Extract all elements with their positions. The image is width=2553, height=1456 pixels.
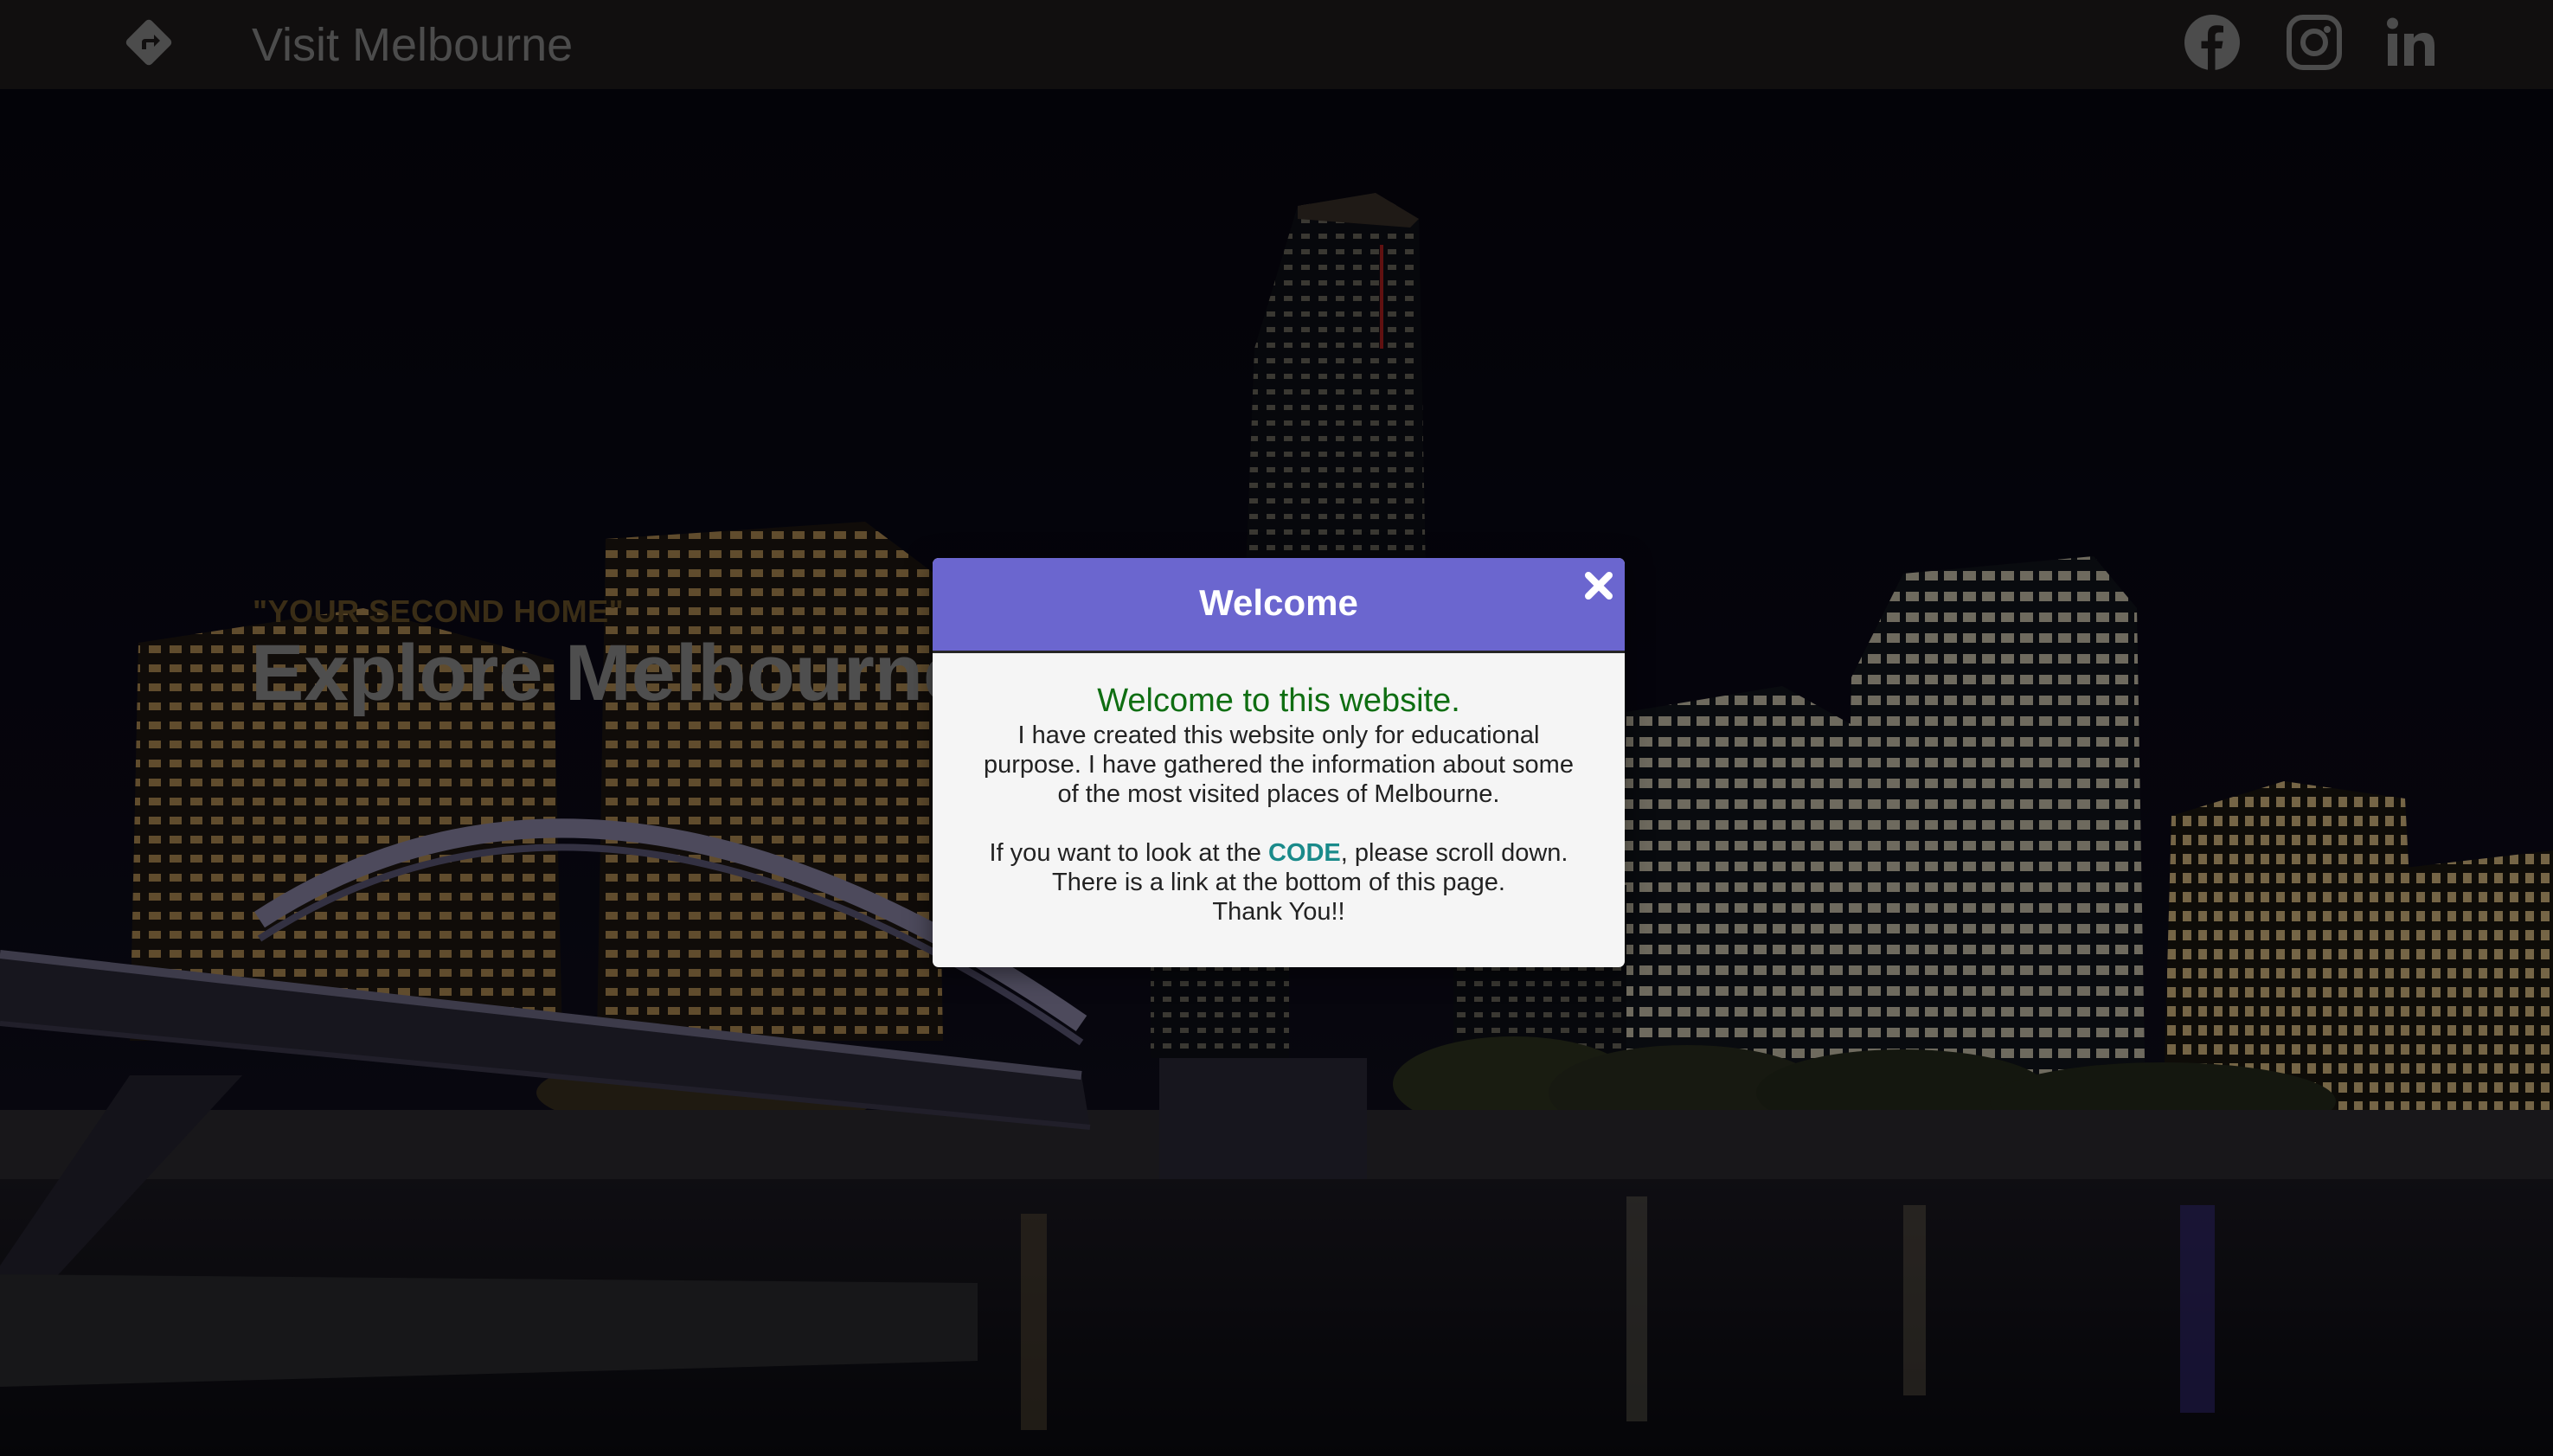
modal-body: Welcome to this website. I have created … (933, 653, 1625, 927)
modal-line-1: I have created this website only for edu… (1017, 722, 1540, 749)
code-hint-suffix: , please scroll down. (1340, 839, 1568, 867)
modal-header: Welcome (933, 558, 1625, 653)
welcome-heading: Welcome to this website. (1097, 683, 1460, 719)
code-hint-prefix: If you want to look at the (989, 839, 1268, 867)
close-icon[interactable] (1580, 567, 1618, 605)
thanks-line: Thank You!! (1212, 898, 1345, 926)
modal-title: Welcome (1199, 582, 1358, 623)
welcome-modal: Welcome Welcome to this website. I have … (933, 558, 1625, 967)
page: Visit Melbourne "YOUR SECOND HOME" Explo… (0, 0, 2553, 1456)
bottom-link-line: There is a link at the bottom of this pa… (1052, 869, 1505, 896)
modal-line-2: purpose. I have gathered the information… (984, 751, 1574, 779)
modal-line-3: of the most visited places of Melbourne. (1057, 780, 1500, 808)
code-hint-line: If you want to look at the CODE, please … (933, 838, 1625, 868)
code-link[interactable]: CODE (1268, 839, 1341, 867)
